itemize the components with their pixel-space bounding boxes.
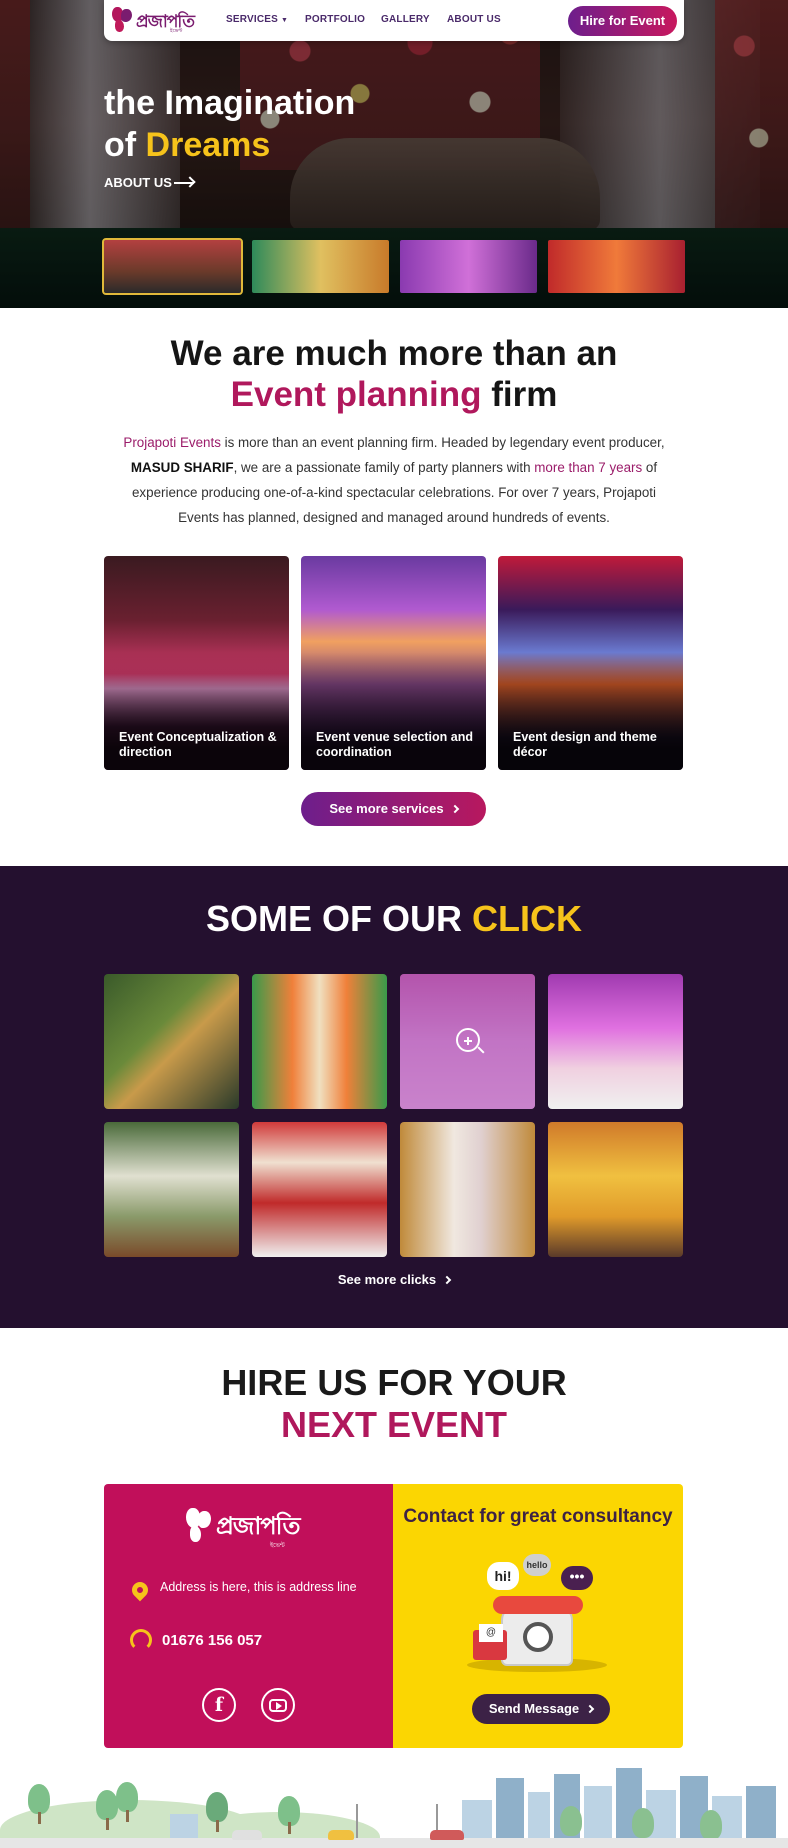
top-navbar: প্রজাপতি ইভেন্ট SERVICES ▼ PORTFOLIO GALL… (104, 0, 684, 41)
gallery-image[interactable] (548, 974, 683, 1109)
nav-portfolio[interactable]: PORTFOLIO (305, 14, 365, 25)
service-card[interactable]: Event Conceptualization & direction (104, 556, 289, 770)
nav-services[interactable]: SERVICES ▼ (226, 14, 288, 25)
hero-thumbnail[interactable] (400, 240, 537, 293)
gallery-heading: SOME OF OUR CLICK (205, 898, 582, 939)
service-card-label: Event venue selection and coordination (316, 730, 473, 759)
city-illustration (0, 1760, 788, 1848)
telephone-illustration: @ hi! hello ••• (453, 1554, 633, 1694)
chat-bubble: ••• (561, 1566, 593, 1590)
service-card[interactable]: Event venue selection and coordination (301, 556, 486, 770)
hire-heading-line2: NEXT EVENT (280, 1404, 508, 1445)
hire-heading-line1: HIRE US FOR YOUR (221, 1362, 567, 1403)
service-card-label: Event design and theme décor (513, 730, 657, 759)
chat-bubble: hi! (487, 1562, 519, 1590)
chevron-right-icon (450, 804, 459, 814)
chevron-right-icon (585, 1704, 595, 1714)
gallery-image[interactable] (252, 974, 387, 1109)
logo-tagline: ইভেন্ট (170, 28, 183, 34)
about-heading-line2: Event planning firm (230, 375, 558, 414)
chat-bubble: hello (523, 1554, 551, 1576)
contact-info-card: প্রজাপতি ইভেন্ট Address is here, this is… (104, 1484, 393, 1748)
about-heading-line1: We are much more than an (170, 334, 618, 373)
gallery-image[interactable] (400, 1122, 535, 1257)
contact-heading: Contact for great consultancy (403, 1506, 673, 1527)
hero-title: the Imagination of Dreams (104, 84, 356, 164)
gallery-image[interactable] (104, 974, 239, 1109)
gallery-image[interactable] (548, 1122, 683, 1257)
gallery-image[interactable] (400, 974, 535, 1109)
location-pin-icon (128, 1578, 152, 1602)
gallery-image[interactable] (104, 1122, 239, 1257)
zoom-in-icon[interactable] (456, 1028, 480, 1052)
hero-thumbnail[interactable] (548, 240, 685, 293)
caret-down-icon: ▼ (281, 17, 289, 24)
hero-about-link[interactable]: ABOUT US (104, 175, 172, 190)
see-more-services-button[interactable]: See more services (301, 792, 486, 826)
butterfly-logo-icon (112, 7, 132, 33)
contact-cta-card: Contact for great consultancy @ hi! hell… (393, 1484, 683, 1748)
logo-text: প্রজাপতি (136, 12, 195, 32)
gallery-image[interactable] (252, 1122, 387, 1257)
footer-logo: প্রজাপতি ইভেন্ট (186, 1502, 316, 1549)
nav-gallery[interactable]: GALLERY (381, 14, 430, 25)
see-more-clicks-link[interactable]: See more clicks (0, 1272, 788, 1287)
youtube-icon[interactable] (261, 1688, 295, 1722)
facebook-icon[interactable]: f (202, 1688, 236, 1722)
butterfly-logo-icon (186, 1508, 212, 1544)
nav-about-us[interactable]: ABOUT US (447, 14, 501, 25)
chevron-right-icon (442, 1275, 452, 1285)
hero-thumbnail[interactable] (102, 238, 243, 295)
arrow-right-icon[interactable] (174, 176, 196, 190)
hero-thumbnail[interactable] (252, 240, 389, 293)
send-message-button[interactable]: Send Message (472, 1694, 610, 1724)
address-text: Address is here, this is address line (160, 1580, 357, 1594)
about-paragraph: Projapoti Events is more than an event p… (123, 435, 665, 525)
site-logo[interactable]: প্রজাপতি ইভেন্ট (110, 4, 202, 36)
headset-icon (130, 1629, 152, 1651)
phone-number[interactable]: 01676 156 057 (162, 1632, 262, 1649)
hire-for-event-button[interactable]: Hire for Event (568, 6, 677, 36)
service-card-label: Event Conceptualization & direction (119, 730, 277, 759)
service-card[interactable]: Event design and theme décor (498, 556, 683, 770)
